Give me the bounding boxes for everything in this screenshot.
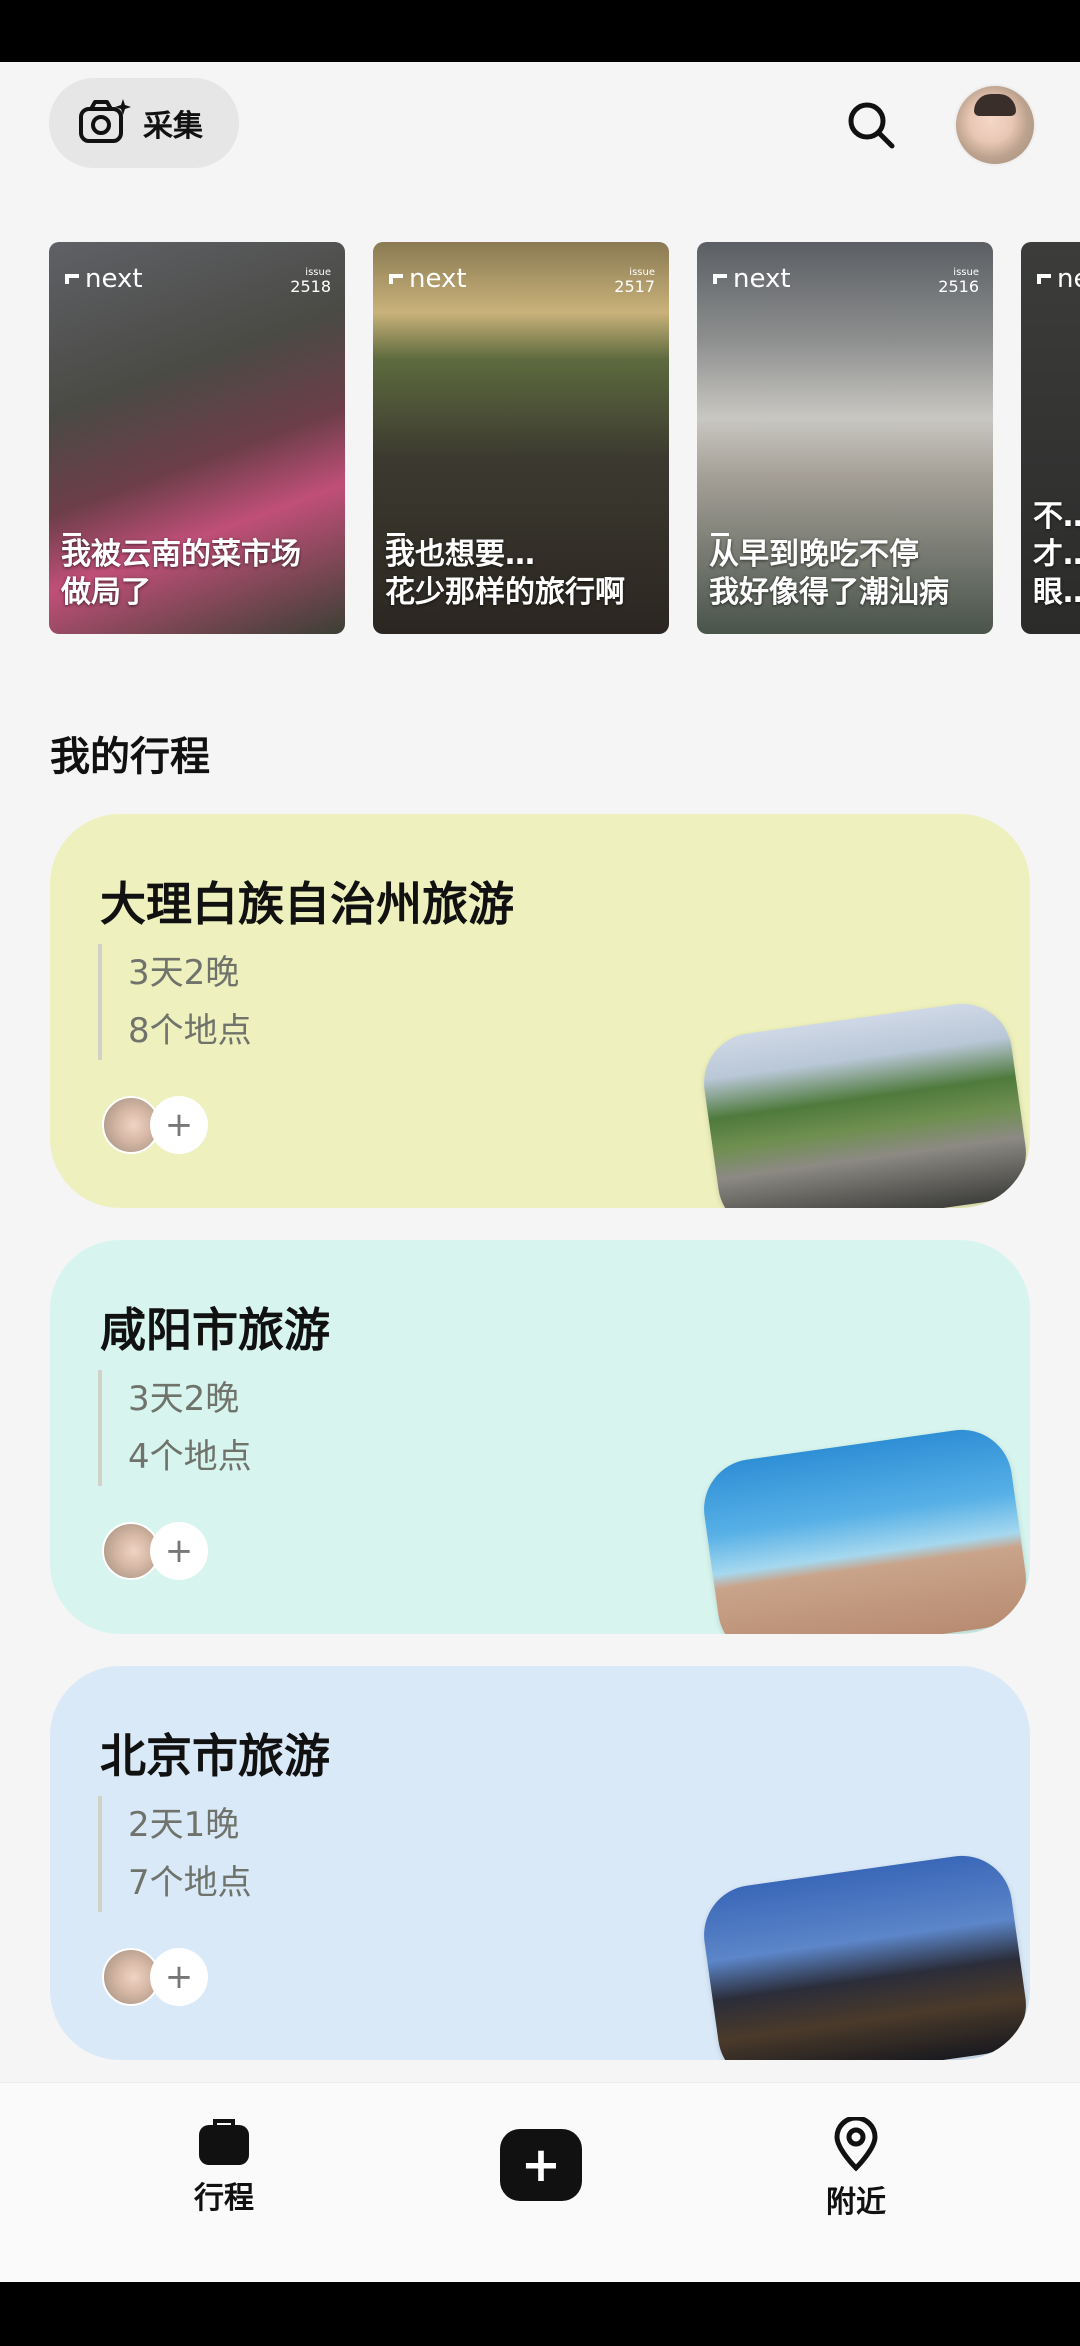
story-caption: 我也想要… 花少那样的旅行啊 xyxy=(385,537,625,610)
story-caption: 从早到晚吃不停 我好像得了潮汕病 xyxy=(709,537,949,610)
trip-meta: 2天1晚 7个地点 xyxy=(98,1796,252,1912)
add-member-button[interactable]: + xyxy=(150,1948,208,2006)
bottom-tab-bar: 行程 + 附近 xyxy=(0,2082,1080,2283)
trip-title: 北京市旅游 xyxy=(100,1729,330,1783)
camera-sparkle-icon xyxy=(79,99,131,143)
trip-places: 4个地点 xyxy=(128,1437,252,1477)
status-bar xyxy=(0,0,1080,62)
trip-duration: 3天2晚 xyxy=(128,953,240,993)
tab-trips[interactable]: 行程 xyxy=(124,2083,324,2283)
add-trip-button[interactable]: + xyxy=(500,2129,582,2201)
trip-photo xyxy=(697,1423,1030,1634)
story-issue: issue 2517 xyxy=(614,267,655,296)
trip-duration: 3天2晚 xyxy=(128,1379,240,1419)
story-card[interactable]: ne 不… 才… 眼… xyxy=(1021,242,1080,634)
user-avatar[interactable] xyxy=(954,84,1036,166)
system-nav-bar xyxy=(0,2282,1080,2346)
story-logo: next xyxy=(65,264,143,294)
story-logo: next xyxy=(389,264,467,294)
trip-places: 8个地点 xyxy=(128,1011,252,1051)
search-icon[interactable] xyxy=(844,98,898,152)
briefcase-icon xyxy=(199,2119,249,2165)
story-issue: issue 2516 xyxy=(938,267,979,296)
trip-photo xyxy=(697,997,1030,1208)
story-card[interactable]: next issue 2516 从早到晚吃不停 我好像得了潮汕病 xyxy=(697,242,993,634)
trip-card-beijing[interactable]: 北京市旅游 2天1晚 7个地点 + xyxy=(50,1666,1030,2060)
add-member-button[interactable]: + xyxy=(150,1096,208,1154)
trip-card-dali[interactable]: 大理白族自治州旅游 3天2晚 8个地点 + xyxy=(50,814,1030,1208)
trip-places: 7个地点 xyxy=(128,1863,252,1903)
trip-title: 大理白族自治州旅游 xyxy=(100,877,514,931)
trip-meta: 3天2晚 4个地点 xyxy=(98,1370,252,1486)
trip-card-xianyang[interactable]: 咸阳市旅游 3天2晚 4个地点 + xyxy=(50,1240,1030,1634)
location-pin-icon xyxy=(834,2117,878,2171)
story-logo: ne xyxy=(1037,264,1080,294)
tab-nearby-label: 附近 xyxy=(826,2185,886,2220)
trip-meta: 3天2晚 8个地点 xyxy=(98,944,252,1060)
collect-label: 采集 xyxy=(143,109,203,144)
story-carousel[interactable]: next issue 2518 我被云南的菜市场 做局了 next issue 25… xyxy=(49,242,1080,634)
story-issue: issue 2518 xyxy=(290,267,331,296)
my-trips-heading: 我的行程 xyxy=(50,734,210,780)
trip-photo xyxy=(697,1849,1030,2060)
trip-title: 咸阳市旅游 xyxy=(100,1303,330,1357)
story-caption: 我被云南的菜市场 做局了 xyxy=(61,537,301,610)
story-card[interactable]: next issue 2518 我被云南的菜市场 做局了 xyxy=(49,242,345,634)
collect-button[interactable]: 采集 xyxy=(49,78,239,168)
story-logo: next xyxy=(713,264,791,294)
tab-nearby[interactable]: 附近 xyxy=(756,2083,956,2283)
add-member-button[interactable]: + xyxy=(150,1522,208,1580)
tab-trips-label: 行程 xyxy=(194,2181,254,2216)
story-card[interactable]: next issue 2517 我也想要… 花少那样的旅行啊 xyxy=(373,242,669,634)
story-caption: 不… 才… 眼… xyxy=(1033,499,1080,610)
trip-duration: 2天1晚 xyxy=(128,1805,240,1845)
